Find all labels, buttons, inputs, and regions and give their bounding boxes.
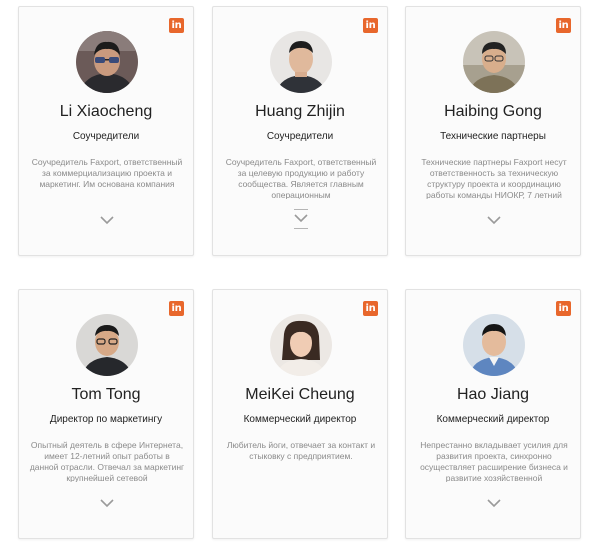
team-card-li-xiaocheng: in Li Xiaocheng Соучредители Соучредител… <box>18 6 194 256</box>
linkedin-icon[interactable]: in <box>556 18 571 33</box>
linkedin-icon[interactable]: in <box>169 301 184 316</box>
linkedin-icon[interactable]: in <box>363 301 378 316</box>
chevron-down-icon[interactable] <box>484 214 504 226</box>
member-description: Соучредитель Faxport, ответственный за ц… <box>225 157 377 199</box>
avatar <box>76 314 138 376</box>
member-description: Опытный деятель в сфере Интернета, имеет… <box>29 440 185 482</box>
member-description: Непрестанно вкладывает усилия для развит… <box>420 440 568 482</box>
linkedin-icon[interactable]: in <box>169 18 184 33</box>
member-role: Соучредители <box>266 131 334 142</box>
member-role: Коммерческий директор <box>436 414 550 425</box>
avatar <box>270 31 332 93</box>
linkedin-icon[interactable]: in <box>363 18 378 33</box>
team-card-tom-tong: in Tom Tong Директор по маркетингу Опытн… <box>18 289 194 539</box>
member-description: Соучредитель Faxport, ответственный за к… <box>31 157 183 189</box>
member-role: Коммерческий директор <box>243 414 357 425</box>
member-name: Hao Jiang <box>456 386 530 403</box>
chevron-down-icon[interactable] <box>291 209 311 229</box>
member-role: Директор по маркетингу <box>49 414 163 425</box>
team-card-hao-jiang: in Hao Jiang Коммерческий директор Непре… <box>405 289 581 539</box>
chevron-down-icon[interactable] <box>97 497 117 509</box>
team-card-haibing-gong: in Haibing Gong Технические партнеры Тех… <box>405 6 581 256</box>
member-name: Huang Zhijin <box>255 103 345 120</box>
team-card-meikei-cheung: in MeiKei Cheung Коммерческий директор Л… <box>212 289 388 539</box>
team-card-huang-zhijin: in Huang Zhijin Соучредители Соучредител… <box>212 6 388 256</box>
linkedin-icon[interactable]: in <box>556 301 571 316</box>
member-description: Любитель йоги, отвечает за контакт и сты… <box>226 440 376 461</box>
avatar <box>76 31 138 93</box>
chevron-down-icon[interactable] <box>484 497 504 509</box>
member-name: MeiKei Cheung <box>245 386 355 403</box>
member-role: Соучредители <box>72 131 140 142</box>
avatar <box>463 314 525 376</box>
chevron-down-icon[interactable] <box>97 214 117 226</box>
member-name: Tom Tong <box>71 386 141 403</box>
member-description: Технические партнеры Faxport несут ответ… <box>421 157 567 199</box>
member-name: Haibing Gong <box>444 103 542 120</box>
member-name: Li Xiaocheng <box>59 103 153 120</box>
avatar <box>270 314 332 376</box>
member-role: Технические партнеры <box>440 131 546 142</box>
avatar <box>463 31 525 93</box>
